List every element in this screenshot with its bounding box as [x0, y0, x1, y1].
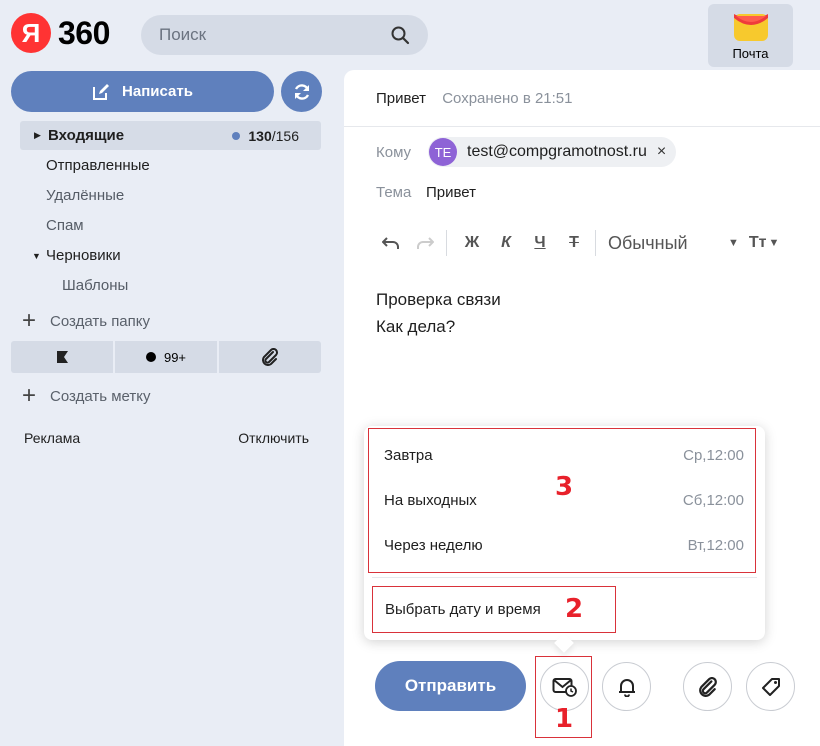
create-folder-button[interactable]: + Создать папку — [22, 309, 150, 333]
add-label-button[interactable] — [746, 662, 795, 711]
compose-panel: Привет Сохранено в 21:51 Кому TE test@co… — [344, 70, 820, 746]
mail-envelope-icon — [733, 14, 768, 41]
unread-filter-count: 99+ — [163, 349, 187, 365]
underline-button[interactable]: Ч — [523, 234, 557, 252]
compose-button[interactable]: Написать — [11, 71, 274, 112]
draft-subject: Привет — [376, 90, 427, 107]
recipient-email: test@compgramotnost.ru — [467, 143, 647, 160]
compose-label: Написать — [122, 83, 193, 100]
flagged-filter[interactable] — [11, 341, 115, 373]
folder-label: Черновики — [46, 247, 121, 264]
folder-templates[interactable]: Шаблоны — [20, 271, 321, 300]
caret-down-icon[interactable]: ▼ — [769, 237, 780, 249]
attach-file-button[interactable] — [683, 662, 732, 711]
folder-label: Спам — [46, 217, 84, 234]
folder-label: Шаблоны — [62, 277, 129, 294]
yandex-360-logo[interactable]: Я 360 — [11, 13, 110, 53]
unread-dot-icon — [145, 352, 156, 362]
annotation-marker-3: 3 — [555, 472, 574, 502]
redo-button[interactable] — [408, 236, 442, 250]
yandex-logo-icon: Я — [11, 13, 51, 53]
option-label: На выходных — [384, 492, 477, 509]
italic-button[interactable]: К — [489, 234, 523, 252]
toolbar-separator — [446, 230, 447, 256]
toolbar-separator — [595, 230, 596, 256]
folder-spam[interactable]: Спам — [20, 211, 321, 240]
caret-down-icon[interactable]: ▼ — [728, 237, 739, 249]
option-time: Ср,12:00 — [683, 447, 744, 464]
option-label: Через неделю — [384, 537, 483, 554]
schedule-option-next-week[interactable]: Через неделю Вт,12:00 — [384, 537, 744, 554]
ads-label: Реклама — [24, 430, 81, 446]
option-time: Вт,12:00 — [687, 537, 744, 554]
body-line: Проверка связи — [376, 290, 501, 309]
tag-icon — [761, 677, 780, 696]
mail-app-button[interactable]: Почта — [708, 4, 793, 67]
popup-divider — [372, 577, 757, 578]
pencil-edit-icon — [93, 83, 110, 100]
undo-button[interactable] — [374, 236, 408, 250]
search-icon[interactable] — [390, 25, 410, 45]
create-label-button[interactable]: + Создать метку — [22, 384, 150, 408]
annotation-marker-1: 1 — [555, 704, 574, 734]
redo-icon — [417, 237, 434, 249]
bold-button[interactable]: Ж — [455, 234, 489, 252]
folder-inbox[interactable]: ▶ Входящие 130 /156 — [20, 121, 321, 150]
undo-icon — [382, 237, 399, 249]
saved-status: Сохранено в 21:51 — [442, 90, 573, 107]
pick-date-time-option[interactable]: Выбрать дату и время — [385, 601, 541, 618]
refresh-button[interactable] — [281, 71, 322, 112]
body-line: Как дела? — [376, 317, 456, 336]
bell-icon — [618, 678, 635, 697]
unread-dot-icon — [232, 131, 241, 140]
folder-deleted[interactable]: Удалённые — [20, 181, 321, 210]
inbox-counts: 130 /156 — [232, 128, 299, 144]
folder-sent[interactable]: Отправленные — [20, 151, 321, 180]
flag-icon — [57, 351, 68, 363]
subject-label: Тема — [376, 184, 412, 201]
send-button[interactable]: Отправить — [375, 661, 526, 711]
mail-app-label: Почта — [732, 46, 769, 61]
labels-bar: 99+ — [11, 341, 321, 373]
reminder-button[interactable] — [602, 662, 651, 711]
search-bar[interactable]: Поиск — [141, 15, 428, 55]
ads-disable-link[interactable]: Отключить — [238, 430, 309, 446]
plus-icon: + — [22, 382, 37, 409]
unread-filter[interactable]: 99+ — [115, 341, 219, 373]
search-input[interactable]: Поиск — [159, 25, 206, 45]
unread-count: 130 — [248, 127, 272, 144]
option-label: Завтра — [384, 447, 433, 464]
logo-360-text: 360 — [58, 14, 110, 51]
folder-label: Отправленные — [46, 157, 150, 174]
plus-icon: + — [22, 307, 37, 334]
remove-recipient-icon[interactable]: × — [657, 143, 666, 161]
draft-header: Привет Сохранено в 21:51 — [376, 90, 573, 107]
create-label-text: Создать метку — [50, 387, 151, 405]
avatar: TE — [429, 138, 457, 166]
strikethrough-button[interactable]: Т — [557, 234, 591, 252]
folder-drafts[interactable]: ▼ Черновики — [20, 241, 321, 270]
font-size-button[interactable]: Тт — [749, 234, 767, 252]
message-body[interactable]: Проверка связи Как дела? — [376, 286, 501, 340]
format-toolbar: Ж К Ч Т Обычный ▼ Тт ▼ — [374, 228, 814, 258]
paragraph-style-select[interactable]: Обычный — [608, 233, 728, 254]
schedule-option-tomorrow[interactable]: Завтра Ср,12:00 — [384, 447, 744, 464]
ads-row: Реклама Отключить — [24, 430, 309, 446]
collapse-triangle-icon[interactable]: ▼ — [32, 251, 44, 261]
subject-input[interactable]: Привет — [426, 184, 476, 201]
paperclip-icon — [698, 676, 717, 697]
option-time: Сб,12:00 — [682, 492, 744, 509]
header-divider — [344, 126, 820, 127]
create-folder-label: Создать папку — [50, 312, 151, 330]
recipient-chip[interactable]: TE test@compgramotnost.ru × — [428, 137, 677, 167]
attachments-filter[interactable] — [219, 341, 321, 373]
to-label: Кому — [376, 144, 412, 161]
expand-triangle-icon[interactable]: ▶ — [34, 130, 46, 141]
total-count: /156 — [271, 127, 299, 144]
paperclip-icon — [262, 348, 279, 366]
folder-label: Входящие — [48, 127, 125, 144]
refresh-icon — [294, 83, 309, 100]
annotation-marker-2: 2 — [565, 594, 584, 624]
folder-label: Удалённые — [46, 187, 125, 204]
